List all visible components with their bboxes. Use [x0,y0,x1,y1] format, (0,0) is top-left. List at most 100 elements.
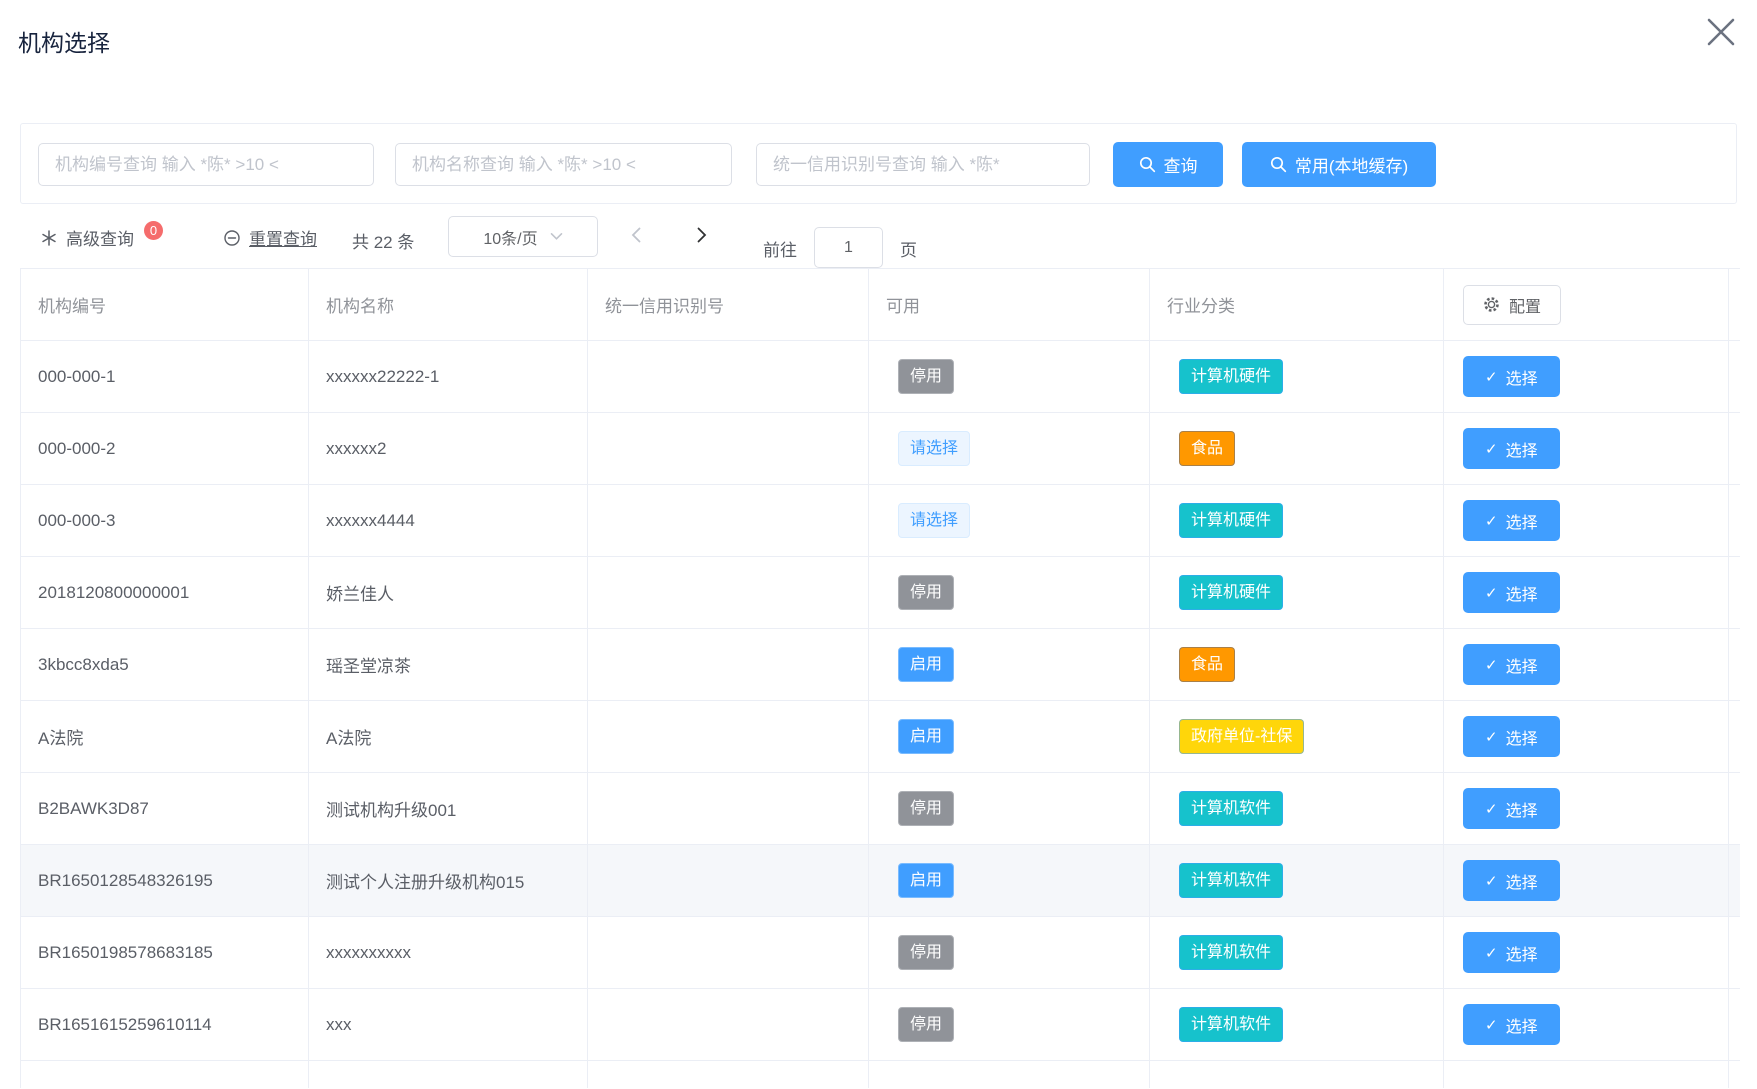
close-icon [1699,10,1743,54]
status-cell: 请选择 [869,413,1150,484]
status-tag[interactable]: 停用 [898,1007,954,1042]
config-button[interactable]: 配置 [1463,285,1561,325]
table-header-row: 机构编号 机构名称 统一信用识别号 可用 行业分类 配置 [21,269,1740,341]
minus-circle-icon [223,229,241,247]
org-code-cell: BR1650128548326195 [21,845,309,916]
next-page-button[interactable] [688,222,716,248]
status-tag[interactable]: 停用 [898,935,954,970]
credit-code-search-input[interactable] [756,143,1090,186]
table-gutter [1729,557,1741,628]
org-name-search-input[interactable] [395,143,732,186]
select-button-label: 选择 [1506,725,1538,749]
select-button[interactable]: ✓选择 [1463,644,1560,685]
category-cell: 食品 [1150,629,1444,700]
action-cell: ✓选择 [1444,629,1729,700]
category-tag: 计算机硬件 [1179,503,1283,538]
credit-code-cell [588,557,869,628]
advanced-query-badge: 0 [144,221,163,240]
action-cell: ✓选择 [1444,845,1729,916]
table-row: A法院A法院启用政府单位-社保✓选择 [21,701,1740,773]
select-button[interactable]: ✓选择 [1463,428,1560,469]
action-cell: ✓选择 [1444,557,1729,628]
credit-code-cell [588,629,869,700]
category-cell: 计算机硬件 [1150,557,1444,628]
action-cell: ✓选择 [1444,341,1729,412]
action-cell: ✓选择 [1444,917,1729,988]
credit-code-cell [588,413,869,484]
action-cell: ✓选择 [1444,485,1729,556]
select-button[interactable]: ✓选择 [1463,356,1560,397]
category-tag: 计算机硬件 [1179,359,1283,394]
chevron-left-icon [630,226,642,244]
header-industry: 行业分类 [1150,269,1444,340]
credit-code-cell [588,341,869,412]
page-size-value: 10条/页 [483,225,537,249]
status-tag[interactable]: 启用 [898,863,954,898]
check-icon: ✓ [1485,440,1498,458]
sparkle-icon [40,229,58,247]
search-icon [1270,156,1287,173]
check-icon: ✓ [1485,512,1498,530]
cache-button-label: 常用(本地缓存) [1295,152,1408,177]
select-button[interactable]: ✓选择 [1463,500,1560,541]
check-icon: ✓ [1485,872,1498,890]
advanced-query-label: 高级查询 [66,225,134,250]
search-icon [1139,156,1156,173]
header-org-code: 机构编号 [21,269,309,340]
org-code-cell: 2018120800000001 [21,557,309,628]
status-tag[interactable]: 停用 [898,575,954,610]
select-button[interactable]: ✓选择 [1463,1004,1560,1045]
select-button-label: 选择 [1506,941,1538,965]
advanced-query-button[interactable]: 高级查询 0 [40,225,163,250]
category-cell: 食品 [1150,413,1444,484]
prev-page-button[interactable] [622,222,650,248]
table-gutter [1729,269,1741,340]
page-size-select[interactable]: 10条/页 [448,216,598,257]
org-name-cell: xxx [309,989,588,1060]
status-tag[interactable]: 启用 [898,719,954,754]
action-cell: ✓选择 [1444,773,1729,844]
status-tag[interactable]: 停用 [898,359,954,394]
select-button[interactable]: ✓选择 [1463,788,1560,829]
category-cell: 计算机软件 [1150,845,1444,916]
header-action: 配置 [1444,269,1729,340]
select-button[interactable]: ✓选择 [1463,572,1560,613]
select-button[interactable]: ✓ 选择 [1463,716,1560,757]
category-cell: 计算机软件 [1150,989,1444,1060]
status-tag[interactable]: 停用 [898,791,954,826]
org-name-cell: xxxxxx22222-1 [309,341,588,412]
toolbar: 高级查询 0 重置查询 共 22 条 10条/页 前往 页 [0,205,1757,263]
select-button[interactable]: ✓选择 [1463,932,1560,973]
status-cell: 停用 [869,989,1150,1060]
category-tag: 政府单位-社保 [1179,719,1304,754]
org-code-cell: 000-000-2 [21,413,309,484]
table-gutter [1729,917,1741,988]
org-name-cell: A法院 [309,701,588,772]
status-tag[interactable]: 请选择 [898,431,970,466]
org-name-cell: xxxxxx2 [309,413,588,484]
select-button[interactable]: ✓选择 [1463,860,1560,901]
status-cell: 停用 [869,773,1150,844]
category-cell: 计算机硬件 [1150,341,1444,412]
action-cell: ✓选择 [1444,989,1729,1060]
close-button[interactable] [1699,10,1743,54]
query-button[interactable]: 查询 [1113,142,1223,187]
credit-code-cell [588,845,869,916]
goto-page-input[interactable] [814,227,883,268]
org-code-search-input[interactable] [38,143,374,186]
action-cell: ✓ 选择 [1444,701,1729,772]
org-name-cell: 测试机构升级001 [309,773,588,844]
reset-query-button[interactable]: 重置查询 [223,225,317,250]
local-cache-button[interactable]: 常用(本地缓存) [1242,142,1436,187]
status-tag[interactable]: 请选择 [898,503,970,538]
check-icon: ✓ [1485,728,1498,746]
table-gutter [1729,845,1741,916]
category-cell: 计算机软件 [1150,773,1444,844]
credit-code-cell [588,773,869,844]
status-cell: 启用 [869,701,1150,772]
chevron-down-icon [550,232,563,241]
status-tag[interactable]: 启用 [898,647,954,682]
table-body: 000-000-1xxxxxx22222-1停用计算机硬件✓选择000-000-… [21,341,1740,1061]
status-cell: 停用 [869,557,1150,628]
table-row: 000-000-3xxxxxx4444请选择计算机硬件✓选择 [21,485,1740,557]
